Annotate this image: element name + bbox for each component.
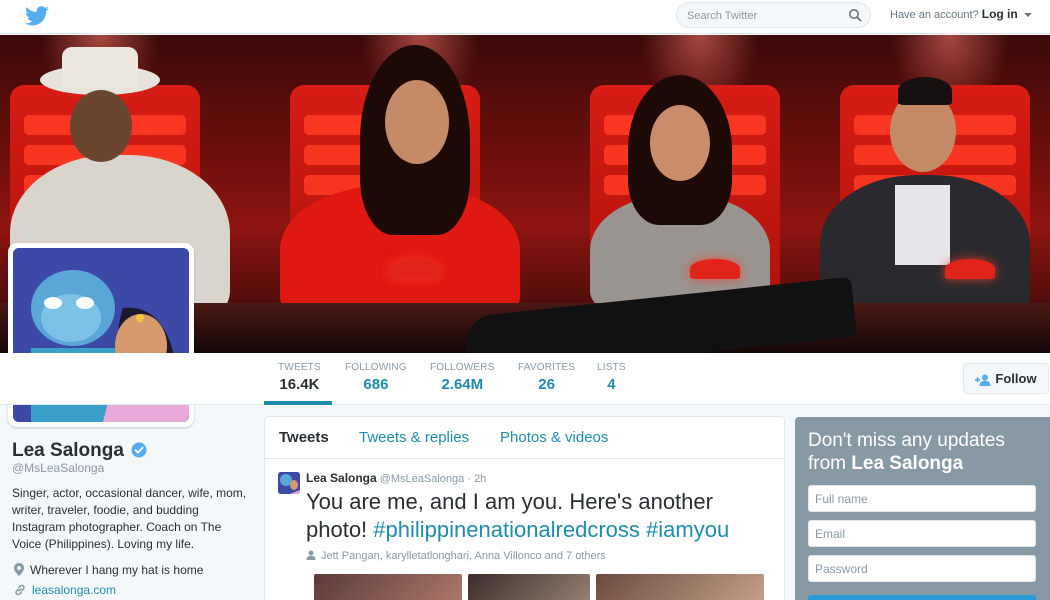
chevron-down-icon[interactable] bbox=[1023, 13, 1032, 18]
search-box[interactable] bbox=[676, 2, 871, 28]
stat-label: LISTS bbox=[597, 362, 626, 373]
active-stat-underline bbox=[264, 401, 332, 405]
signup-box: Don't miss any updates from Lea Salonga bbox=[795, 417, 1050, 600]
shirt bbox=[895, 185, 950, 265]
stat-value: 26 bbox=[538, 376, 555, 393]
location-pin-icon bbox=[14, 563, 24, 576]
timeline: Tweets Tweets & replies Photos & videos … bbox=[264, 416, 785, 600]
stat-tweets[interactable]: TWEETS 16.4K bbox=[278, 362, 321, 393]
profile-website[interactable]: leasalonga.com bbox=[14, 583, 116, 597]
stat-label: TWEETS bbox=[278, 362, 321, 373]
banner-face bbox=[650, 105, 710, 181]
stat-following[interactable]: FOLLOWING 686 bbox=[345, 362, 407, 393]
banner-face bbox=[385, 80, 449, 164]
follow-button[interactable]: Follow bbox=[963, 363, 1049, 394]
tab-tweets-replies[interactable]: Tweets & replies bbox=[359, 429, 469, 446]
stat-label: FAVORITES bbox=[518, 362, 576, 373]
search-input[interactable] bbox=[687, 7, 837, 24]
stat-value: 4 bbox=[607, 376, 616, 393]
account-login[interactable]: Have an account? Log in bbox=[890, 7, 1032, 21]
banner-face bbox=[70, 90, 132, 162]
timeline-tabs: Tweets Tweets & replies Photos & videos bbox=[265, 417, 784, 459]
hair bbox=[898, 77, 952, 105]
stat-value: 686 bbox=[363, 376, 389, 393]
email-field[interactable] bbox=[808, 520, 1036, 547]
location-text: Wherever I hang my hat is home bbox=[30, 563, 204, 577]
twitter-bird-icon[interactable] bbox=[25, 5, 49, 27]
signup-headline-name: Lea Salonga bbox=[851, 453, 964, 474]
person-icon bbox=[306, 550, 316, 560]
tweet-photo[interactable] bbox=[596, 574, 764, 600]
stat-value: 16.4K bbox=[279, 376, 320, 393]
top-bar: Have an account? Log in bbox=[0, 0, 1050, 34]
signup-button[interactable] bbox=[808, 595, 1036, 600]
hat bbox=[62, 47, 138, 87]
buzzer bbox=[945, 259, 995, 279]
tagged-people[interactable]: Jett Pangan, karylletatlonghari, Anna Vi… bbox=[306, 550, 606, 562]
stat-value: 2.64M bbox=[441, 376, 484, 393]
tweet-author[interactable]: Lea Salonga @MsLeaSalonga · 2h bbox=[306, 471, 486, 485]
signup-headline: Don't miss any updates from Lea Salonga bbox=[808, 429, 1037, 475]
tagged-text[interactable]: Jett Pangan, karylletatlonghari, Anna Vi… bbox=[321, 550, 606, 562]
tweet-avatar-image bbox=[278, 472, 300, 494]
stat-favorites[interactable]: FAVORITES 26 bbox=[518, 362, 575, 393]
tweet-text: You are me, and I am you. Here's another… bbox=[306, 488, 776, 544]
stat-label: FOLLOWING bbox=[345, 362, 407, 373]
follow-label: Follow bbox=[995, 371, 1037, 386]
search-icon[interactable] bbox=[848, 8, 862, 22]
hashtag-link[interactable]: #philippinenationalredcross bbox=[373, 517, 640, 542]
verified-icon bbox=[131, 442, 147, 458]
website-link[interactable]: leasalonga.com bbox=[32, 583, 116, 597]
buzzer bbox=[390, 259, 440, 279]
profile-nav: TWEETS 16.4K FOLLOWING 686 FOLLOWERS 2.6… bbox=[0, 353, 1050, 405]
profile-name: Lea Salonga bbox=[12, 440, 124, 461]
tweet-photo[interactable] bbox=[468, 574, 590, 600]
hashtag-link[interactable]: #iamyou bbox=[646, 517, 729, 542]
link-icon bbox=[15, 584, 25, 596]
stat-label: FOLLOWERS bbox=[430, 362, 495, 373]
tab-photos-videos[interactable]: Photos & videos bbox=[500, 429, 608, 446]
password-field[interactable] bbox=[808, 555, 1036, 582]
tweet-author-name[interactable]: Lea Salonga bbox=[306, 471, 377, 485]
login-link[interactable]: Log in bbox=[982, 7, 1018, 21]
stat-followers[interactable]: FOLLOWERS 2.64M bbox=[430, 362, 495, 393]
tweet-avatar[interactable] bbox=[278, 472, 300, 494]
buzzer bbox=[690, 259, 740, 279]
profile-location: Wherever I hang my hat is home bbox=[14, 563, 203, 577]
profile-handle[interactable]: @MsLeaSalonga bbox=[12, 461, 104, 475]
tweet-photo[interactable] bbox=[314, 574, 462, 600]
have-account-text: Have an account? bbox=[890, 9, 979, 21]
fullname-field[interactable] bbox=[808, 485, 1036, 512]
profile-bio: Singer, actor, occasional dancer, wife, … bbox=[12, 486, 247, 551]
tweet-photos[interactable] bbox=[306, 574, 766, 600]
tweet-meta[interactable]: @MsLeaSalonga · 2h bbox=[380, 473, 487, 485]
tab-tweets[interactable]: Tweets bbox=[279, 429, 329, 446]
stat-lists[interactable]: LISTS 4 bbox=[597, 362, 626, 393]
follow-person-plus-icon bbox=[975, 374, 991, 386]
